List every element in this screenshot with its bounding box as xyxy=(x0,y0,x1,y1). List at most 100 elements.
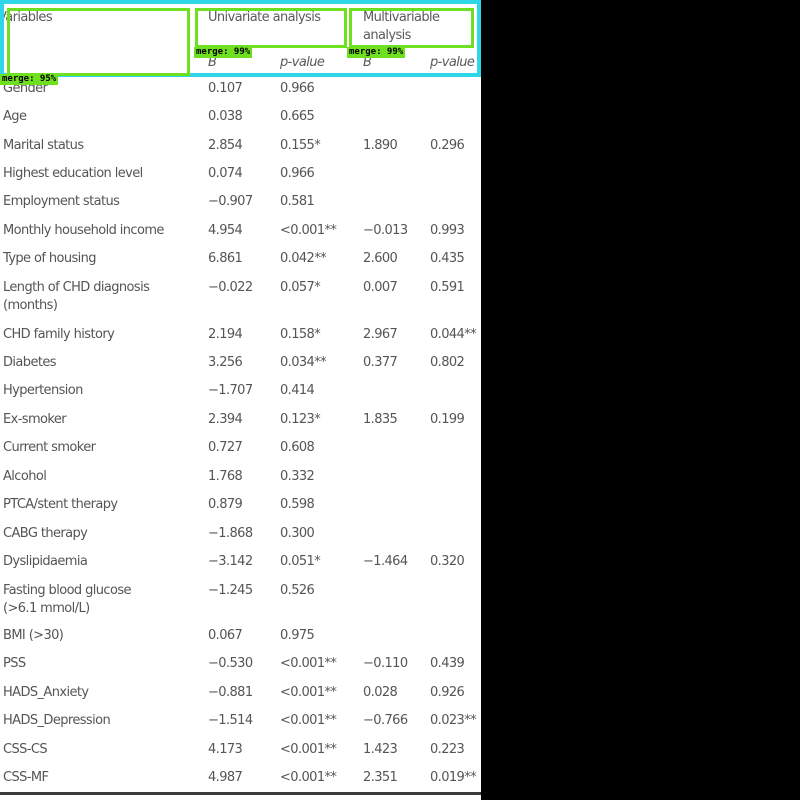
row-value-p1: 0.526 xyxy=(280,583,315,598)
row-value-b1: −1.707 xyxy=(208,383,253,398)
row-label: Length of CHD diagnosis xyxy=(3,280,150,295)
row-value-b2: 0.028 xyxy=(363,685,398,700)
row-value-b2: 1.835 xyxy=(363,412,398,427)
header-multivariable-line1: Multivariable xyxy=(363,10,440,25)
row-value-b1: 2.394 xyxy=(208,412,243,427)
row-value-b2: −0.766 xyxy=(363,713,408,728)
row-label: Monthly household income xyxy=(3,223,164,238)
row-value-p1: 0.414 xyxy=(280,383,315,398)
row-value-p1: 0.057* xyxy=(280,280,321,295)
row-value-b1: −3.142 xyxy=(208,554,253,569)
header-multivariable-line2: analysis xyxy=(363,28,411,43)
row-label: Type of housing xyxy=(3,251,97,266)
row-label: Dyslipidaemia xyxy=(3,554,88,569)
row-label: CABG therapy xyxy=(3,526,88,541)
row-value-b1: −0.907 xyxy=(208,194,253,209)
row-value-p1: 0.158* xyxy=(280,327,321,342)
row-value-b1: 1.768 xyxy=(208,469,243,484)
header-variables: Variables xyxy=(0,10,53,25)
row-label: CHD family history xyxy=(3,327,115,342)
row-value-p2: 0.802 xyxy=(430,355,465,370)
row-label: BMI (>30) xyxy=(3,628,64,643)
univariate-merge-tag: merge: 99% xyxy=(194,47,253,58)
row-value-b1: 0.879 xyxy=(208,497,243,512)
row-value-p1: 0.123* xyxy=(280,412,321,427)
row-value-b1: 3.256 xyxy=(208,355,243,370)
row-value-b2: 1.890 xyxy=(363,138,398,153)
row-label: Diabetes xyxy=(3,355,57,370)
row-label: CSS-CS xyxy=(3,742,48,757)
row-value-b2: −0.013 xyxy=(363,223,408,238)
row-value-p1: 0.608 xyxy=(280,440,315,455)
row-value-b1: 0.074 xyxy=(208,166,243,181)
row-value-p1: <0.001** xyxy=(280,223,337,238)
row-value-p2: 0.439 xyxy=(430,656,465,671)
row-value-p1: <0.001** xyxy=(280,685,337,700)
row-value-p2: 0.435 xyxy=(430,251,465,266)
row-value-p1: 0.966 xyxy=(280,81,315,96)
row-value-b1: 2.854 xyxy=(208,138,243,153)
row-value-b1: 4.173 xyxy=(208,742,243,757)
row-value-p2: 0.926 xyxy=(430,685,465,700)
row-value-b1: −1.245 xyxy=(208,583,253,598)
row-label: Current smoker xyxy=(3,440,96,455)
row-value-p1: 0.332 xyxy=(280,469,315,484)
row-label: Age xyxy=(3,109,27,124)
row-label: HADS_Depression xyxy=(3,713,111,728)
row-label: Alcohol xyxy=(3,469,47,484)
row-value-p1: 0.300 xyxy=(280,526,315,541)
row-label: HADS_Anxiety xyxy=(3,685,89,700)
row-value-p1: 0.155* xyxy=(280,138,321,153)
row-value-p1: <0.001** xyxy=(280,656,337,671)
row-value-b1: 4.954 xyxy=(208,223,243,238)
row-value-b1: 4.987 xyxy=(208,770,243,785)
row-value-b1: 0.067 xyxy=(208,628,243,643)
header-p-multivariable: p-value xyxy=(430,55,475,70)
row-label: Ex-smoker xyxy=(3,412,67,427)
row-value-p1: 0.975 xyxy=(280,628,315,643)
row-value-p1: 0.966 xyxy=(280,166,315,181)
row-value-p1: 0.051* xyxy=(280,554,321,569)
row-value-p2: 0.044** xyxy=(430,327,477,342)
row-label: Employment status xyxy=(3,194,120,209)
multivariable-merge-tag: merge: 99% xyxy=(347,47,406,58)
row-label-continued: (>6.1 mmol/L) xyxy=(3,601,90,616)
row-value-p2: 0.993 xyxy=(430,223,465,238)
row-value-p2: 0.199 xyxy=(430,412,465,427)
header-p-univariate: p-value xyxy=(280,55,325,70)
row-value-p1: 0.665 xyxy=(280,109,315,124)
row-value-p1: <0.001** xyxy=(280,713,337,728)
row-value-b2: 0.007 xyxy=(363,280,398,295)
row-value-p2: 0.320 xyxy=(430,554,465,569)
row-value-p2: 0.019** xyxy=(430,770,477,785)
row-label: CSS-MF xyxy=(3,770,49,785)
header-univariate: Univariate analysis xyxy=(208,10,321,25)
row-label: Marital status xyxy=(3,138,84,153)
row-value-b1: 0.038 xyxy=(208,109,243,124)
row-value-b2: −1.464 xyxy=(363,554,408,569)
row-label: Hypertension xyxy=(3,383,83,398)
table-bottom-rule xyxy=(0,792,481,795)
row-value-b1: −1.868 xyxy=(208,526,253,541)
row-value-p1: 0.034** xyxy=(280,355,327,370)
variables-merge-tag: merge: 95% xyxy=(0,74,59,85)
row-value-p2: 0.591 xyxy=(430,280,465,295)
row-value-p2: 0.023** xyxy=(430,713,477,728)
row-value-b1: 6.861 xyxy=(208,251,243,266)
row-label-continued: (months) xyxy=(3,298,58,313)
row-value-b2: 2.967 xyxy=(363,327,398,342)
row-value-p2: 0.223 xyxy=(430,742,465,757)
row-value-b2: 2.351 xyxy=(363,770,398,785)
row-value-b2: −0.110 xyxy=(363,656,408,671)
row-value-b1: 0.107 xyxy=(208,81,243,96)
row-value-b1: 0.727 xyxy=(208,440,243,455)
row-value-b1: −0.022 xyxy=(208,280,253,295)
row-value-p1: 0.598 xyxy=(280,497,315,512)
table-page: Variables Univariate analysis Multivaria… xyxy=(0,0,481,800)
row-label: PSS xyxy=(3,656,26,671)
row-label: Fasting blood glucose xyxy=(3,583,131,598)
row-value-p1: 0.581 xyxy=(280,194,315,209)
row-value-p1: 0.042** xyxy=(280,251,327,266)
row-value-b1: −0.881 xyxy=(208,685,253,700)
row-value-b2: 2.600 xyxy=(363,251,398,266)
